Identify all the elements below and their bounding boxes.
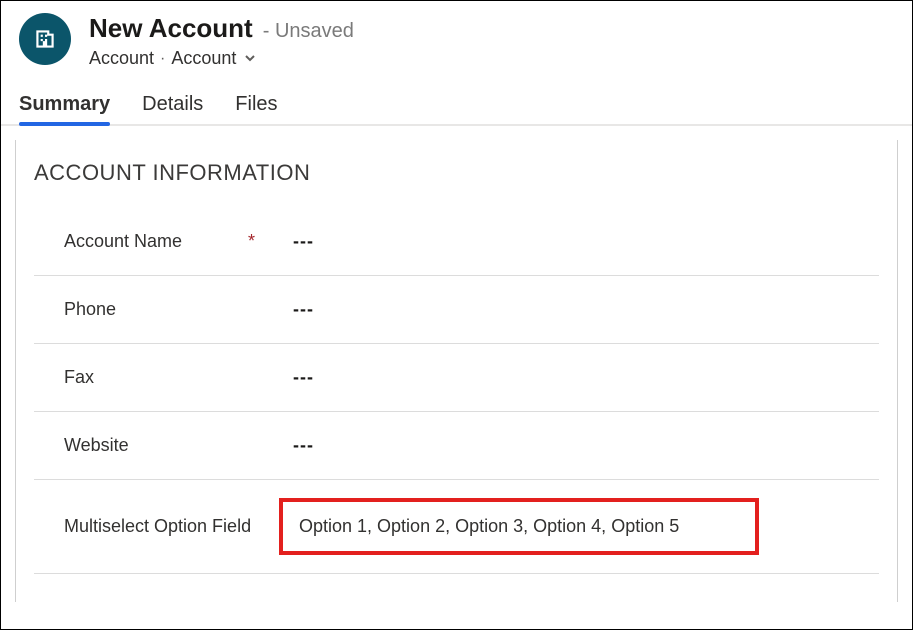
section-title: ACCOUNT INFORMATION	[34, 160, 879, 186]
field-label: Account Name	[64, 231, 182, 252]
form-selector-label: Account	[171, 48, 236, 69]
field-multiselect[interactable]: Multiselect Option Field Option 1, Optio…	[34, 480, 879, 574]
field-value[interactable]: ---	[279, 367, 314, 388]
field-phone[interactable]: Phone ---	[34, 276, 879, 344]
entity-label: Account	[89, 48, 154, 69]
tab-summary[interactable]: Summary	[19, 93, 110, 124]
field-website[interactable]: Website ---	[34, 412, 879, 480]
field-account-name[interactable]: Account Name * ---	[34, 208, 879, 276]
field-value[interactable]: ---	[279, 435, 314, 456]
chevron-down-icon	[244, 48, 256, 69]
form-panel: ACCOUNT INFORMATION Account Name * --- P…	[15, 140, 898, 602]
highlight-box: Option 1, Option 2, Option 3, Option 4, …	[279, 498, 759, 555]
tab-details[interactable]: Details	[142, 93, 203, 124]
separator-dot: ·	[160, 51, 165, 67]
field-label: Phone	[64, 299, 116, 320]
field-label: Website	[64, 435, 129, 456]
tab-files[interactable]: Files	[235, 93, 277, 124]
field-value[interactable]: ---	[279, 231, 314, 252]
record-header: New Account - Unsaved Account · Account	[1, 1, 912, 69]
field-value[interactable]: ---	[279, 299, 314, 320]
account-icon	[32, 26, 58, 52]
record-status: - Unsaved	[263, 20, 354, 43]
field-value[interactable]: Option 1, Option 2, Option 3, Option 4, …	[299, 516, 739, 537]
page-title: New Account	[89, 13, 253, 44]
field-label: Multiselect Option Field	[64, 515, 251, 538]
entity-icon	[19, 13, 71, 65]
form-selector[interactable]: Account	[171, 48, 256, 69]
tab-list: Summary Details Files	[1, 69, 912, 126]
field-fax[interactable]: Fax ---	[34, 344, 879, 412]
required-indicator: *	[248, 231, 255, 252]
field-label: Fax	[64, 367, 94, 388]
